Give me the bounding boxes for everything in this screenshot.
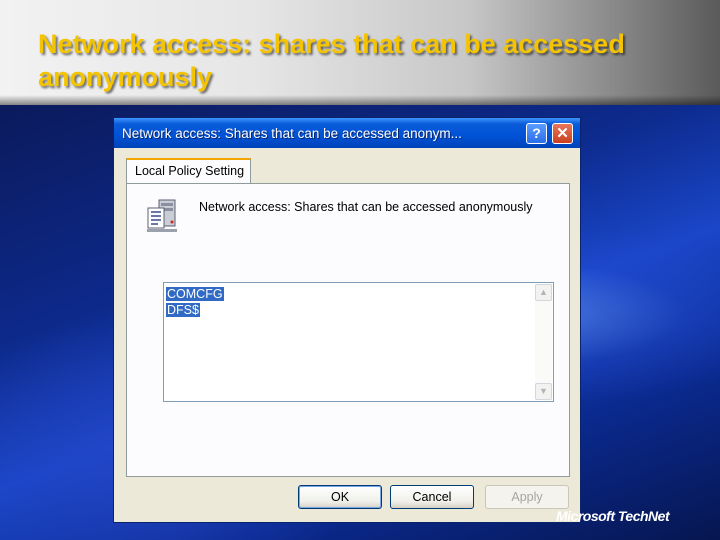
shares-list[interactable]: COMCFG DFS$: [166, 286, 533, 399]
list-item[interactable]: COMCFG: [166, 286, 533, 302]
vertical-scrollbar[interactable]: ▲ ▼: [535, 284, 552, 400]
close-button[interactable]: ✕: [552, 123, 573, 144]
tab-local-policy-setting[interactable]: Local Policy Setting: [126, 158, 251, 184]
cancel-button[interactable]: Cancel: [390, 485, 474, 509]
policy-name: Network access: Shares that can be acces…: [199, 200, 533, 214]
brand-logo: Microsoft TechNet: [556, 508, 670, 524]
help-button[interactable]: ?: [526, 123, 547, 144]
slide-title: Network access: shares that can be acces…: [38, 29, 625, 92]
server-policy-icon: [147, 199, 177, 232]
apply-button[interactable]: Apply: [485, 485, 569, 509]
dialog-titlebar[interactable]: Network access: Shares that can be acces…: [114, 118, 580, 148]
scroll-up-icon[interactable]: ▲: [535, 284, 552, 301]
list-item[interactable]: DFS$: [166, 302, 533, 318]
dialog-title: Network access: Shares that can be acces…: [122, 126, 462, 141]
policy-dialog: Network access: Shares that can be acces…: [113, 117, 581, 523]
shares-textbox[interactable]: COMCFG DFS$ ▲ ▼: [163, 282, 554, 402]
scroll-down-icon[interactable]: ▼: [535, 383, 552, 400]
ok-button[interactable]: OK: [298, 485, 382, 509]
tab-panel: Network access: Shares that can be acces…: [126, 183, 570, 477]
